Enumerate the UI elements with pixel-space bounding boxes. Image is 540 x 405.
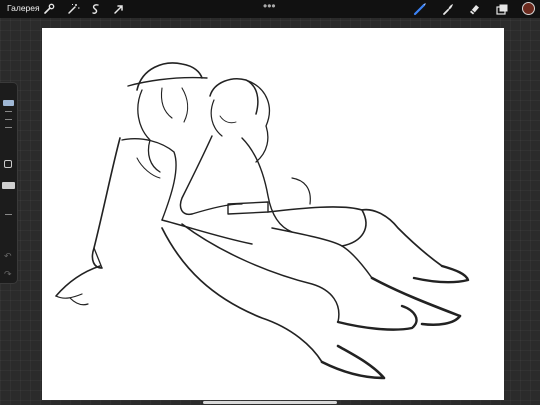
- eraser-icon[interactable]: [467, 2, 481, 16]
- transform-arrow-icon[interactable]: [112, 2, 126, 16]
- slider-tick: [5, 127, 12, 128]
- left-sidebar: ↶ ↷: [0, 82, 18, 284]
- opacity-slider[interactable]: [2, 182, 15, 189]
- slider-tick: [5, 119, 12, 120]
- smudge-icon[interactable]: [441, 2, 455, 16]
- brush-size-slider[interactable]: [3, 100, 14, 106]
- selection-icon[interactable]: [89, 2, 103, 16]
- gallery-button[interactable]: Галерея: [7, 3, 40, 13]
- wrench-icon[interactable]: [42, 2, 56, 16]
- layers-icon[interactable]: [495, 2, 509, 16]
- color-picker-button[interactable]: [522, 2, 535, 15]
- brush-icon[interactable]: [413, 2, 427, 16]
- magic-wand-icon[interactable]: [66, 2, 80, 16]
- modify-square-icon[interactable]: [4, 160, 12, 168]
- undo-icon[interactable]: ↶: [4, 251, 12, 262]
- top-toolbar: Галерея •••: [0, 0, 540, 18]
- home-indicator: [203, 401, 337, 404]
- slider-tick: [5, 111, 12, 112]
- more-menu-icon[interactable]: •••: [263, 0, 276, 13]
- redo-icon[interactable]: ↷: [4, 269, 12, 280]
- sketch-drawing: [55, 62, 470, 380]
- drawing-canvas[interactable]: [42, 28, 504, 400]
- slider-tick: [5, 214, 12, 215]
